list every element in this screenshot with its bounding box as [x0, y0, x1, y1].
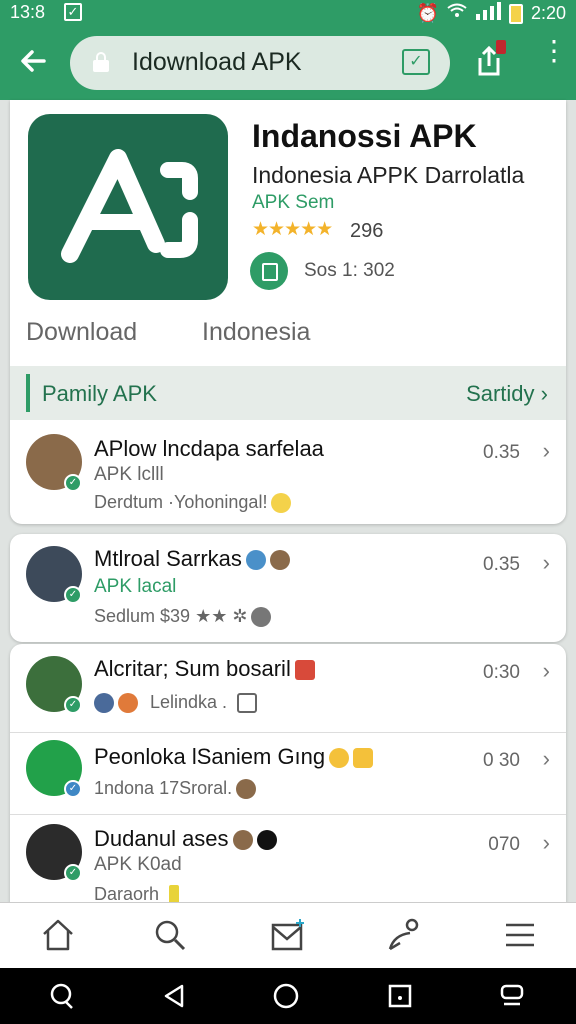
- verified-icon: ✓: [64, 780, 82, 798]
- list-item-title-text: Alcritar; Sum bosaril: [94, 656, 291, 681]
- emoji-icon: [294, 660, 315, 681]
- list-item-meta: Lelindka .: [94, 692, 258, 714]
- tab-indonesia[interactable]: Indonesia: [202, 318, 310, 347]
- tab-download[interactable]: Download: [26, 318, 137, 347]
- list-item-subtitle: APK lclll: [94, 464, 164, 485]
- list-item-value: 0.35: [483, 442, 520, 463]
- url-text[interactable]: Idownload APK: [132, 48, 302, 77]
- list-item-subtitle: APK lacal: [94, 576, 177, 597]
- signal-icon: [475, 2, 501, 25]
- section-more-label: Sartidy: [466, 381, 535, 406]
- emoji-icon: [329, 748, 350, 769]
- verified-icon: ✓: [64, 474, 82, 492]
- verified-icon: ✓: [64, 864, 82, 882]
- heart-icon: [118, 693, 138, 714]
- url-bar[interactable]: Idownload APK ✓: [70, 36, 450, 90]
- copy-icon: [237, 693, 258, 714]
- list-item-title[interactable]: APlow lncdapa sarfelaa: [94, 436, 324, 462]
- section-accent-bar: [26, 374, 30, 412]
- inbox-icon[interactable]: [270, 917, 306, 953]
- back-nav-icon[interactable]: [160, 982, 188, 1010]
- emoji-icon: [353, 748, 374, 769]
- chevron-right-icon[interactable]: ›: [543, 550, 550, 576]
- list-item-value: 0:30: [483, 662, 520, 683]
- list-item-subtitle: APK K0ad: [94, 854, 182, 875]
- app-header-card: Indanossi APK Indonesia APPK Darrolatla …: [10, 100, 566, 524]
- section-title: Pamily APK: [42, 381, 157, 406]
- list-item-meta: Sedlum $39 ★★ ✲: [94, 606, 272, 628]
- list-card: ✓ Alcritar; Sum bosaril Lelindka . 0:30 …: [10, 644, 566, 914]
- emoji-icon: [245, 550, 266, 571]
- home-nav-icon[interactable]: [272, 982, 300, 1010]
- divider: [10, 732, 566, 733]
- list-item-meta: Derdtum ·Yohoningal!: [94, 492, 292, 514]
- chevron-right-icon[interactable]: ›: [543, 830, 550, 856]
- avatar-small-icon: [236, 779, 257, 800]
- status-bar: 13:8 ✓ ⏰ 2:20: [0, 0, 576, 26]
- emoji-icon: [271, 493, 292, 514]
- status-time-left: 13:8: [10, 2, 46, 22]
- list-item-title[interactable]: Mtlroal Sarrkas: [94, 546, 290, 572]
- system-navigation-bar: [0, 968, 576, 1024]
- avatar-small-icon: [251, 607, 272, 628]
- verified-icon: ✓: [64, 586, 82, 604]
- app-title: Indanossi APK: [252, 118, 477, 154]
- battery-icon: [508, 3, 523, 24]
- list-item-title[interactable]: Alcritar; Sum bosaril: [94, 656, 315, 682]
- tab-switcher-icon[interactable]: ✓: [402, 49, 430, 75]
- emoji-icon: [232, 830, 253, 851]
- list-item-meta-text: Daraorh: [94, 884, 160, 904]
- browser-toolbar: Idownload APK ✓ ⋮: [0, 26, 576, 100]
- emoji-icon: [256, 830, 277, 851]
- rating-count: 296: [350, 220, 384, 242]
- list-item-meta-text: Lelindka .: [150, 692, 228, 712]
- avatar-small-icon: [94, 693, 114, 714]
- emoji-icon: [269, 550, 290, 571]
- kebab-menu-icon[interactable]: ⋮: [540, 37, 568, 78]
- menu-icon[interactable]: [502, 917, 538, 953]
- alarm-icon: ⏰: [416, 3, 439, 23]
- profile-icon[interactable]: [386, 917, 422, 953]
- list-item-title[interactable]: Peonloka lSaniem Gıng: [94, 744, 374, 770]
- app-subtitle: Indonesia APPK Darrolatla: [252, 162, 525, 188]
- home-icon[interactable]: [40, 917, 76, 953]
- wifi-icon: [447, 3, 467, 24]
- list-item-value: 0.35: [483, 554, 520, 575]
- list-item-title[interactable]: Dudanul ases: [94, 826, 277, 852]
- package-icon: [250, 252, 288, 290]
- bottom-navigation: [0, 902, 576, 968]
- list-card: ✓ Mtlroal Sarrkas APK lacal Sedlum $39 ★…: [10, 534, 566, 642]
- status-time-right: 2:20: [530, 3, 566, 23]
- list-item-meta-text: 1ndona 17Sroral.: [94, 778, 233, 798]
- list-item-meta: 1ndona 17Sroral.: [94, 778, 257, 800]
- chevron-right-icon[interactable]: ›: [543, 746, 550, 772]
- lock-icon: [93, 52, 109, 72]
- list-item-meta-text: Derdtum ·Yohoningal!: [94, 492, 268, 512]
- back-arrow-icon[interactable]: [18, 46, 52, 80]
- divider: [10, 814, 566, 815]
- list-item-value: 070: [488, 834, 520, 855]
- chevron-right-icon[interactable]: ›: [543, 438, 550, 464]
- list-item-value: 0 30: [483, 750, 520, 771]
- search-icon[interactable]: [152, 917, 188, 953]
- recents-nav-icon[interactable]: [386, 982, 414, 1010]
- verified-icon: ✓: [64, 696, 82, 714]
- app-size: Sos 1: 302: [304, 260, 395, 281]
- app-logo: [28, 114, 228, 300]
- share-icon[interactable]: [476, 40, 506, 78]
- chevron-right-icon: ›: [540, 381, 548, 406]
- list-item-title-text: Mtlroal Sarrkas: [94, 546, 242, 571]
- keyboard-nav-icon[interactable]: [498, 982, 526, 1010]
- assistant-icon[interactable]: [48, 982, 76, 1010]
- list-item-title-text: Peonloka lSaniem Gıng: [94, 744, 326, 769]
- app-developer[interactable]: APK Sem: [252, 192, 334, 214]
- list-item-meta-text: Sedlum $39 ★★ ✲: [94, 606, 248, 626]
- checkbox-icon: ✓: [64, 3, 82, 21]
- chevron-right-icon[interactable]: ›: [543, 658, 550, 684]
- section-header: Pamily APK Sartidy ›: [10, 366, 566, 420]
- rating-stars: ★★★★★: [252, 219, 333, 240]
- section-more-link[interactable]: Sartidy ›: [466, 381, 548, 407]
- list-item-title-text: Dudanul ases: [94, 826, 229, 851]
